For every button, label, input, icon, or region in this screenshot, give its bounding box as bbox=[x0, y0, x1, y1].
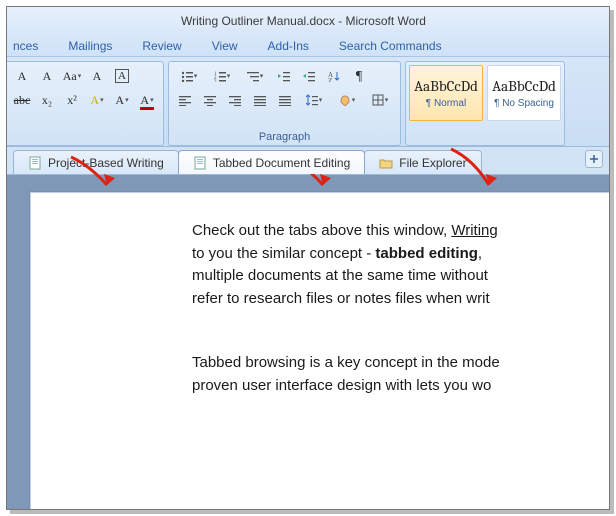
document-page[interactable]: Check out the tabs above this window, Wr… bbox=[29, 191, 610, 510]
window-title: Writing Outliner Manual.docx - Microsoft… bbox=[181, 14, 426, 28]
superscript-button[interactable]: x² bbox=[61, 89, 83, 111]
distributed-button[interactable] bbox=[274, 89, 296, 111]
align-left-icon bbox=[179, 94, 191, 106]
doc-icon bbox=[193, 156, 207, 170]
folder-icon bbox=[379, 156, 393, 170]
clear-format-icon: A bbox=[93, 69, 102, 84]
bullets-button[interactable]: ▾ bbox=[174, 65, 204, 87]
plus-icon bbox=[589, 154, 599, 164]
add-tab-button[interactable] bbox=[585, 150, 603, 168]
align-right-icon bbox=[229, 94, 241, 106]
show-marks-icon: ¶ bbox=[356, 68, 362, 85]
highlight-icon: A bbox=[115, 93, 124, 108]
doc-tab-label: Tabbed Document Editing bbox=[213, 156, 350, 170]
doc-tab-project-based-writing[interactable]: Project-Based Writing bbox=[13, 150, 179, 174]
ribbon-tab-mailings[interactable]: Mailings bbox=[62, 36, 118, 56]
char-border-button[interactable]: A bbox=[111, 65, 133, 87]
sort-button[interactable]: AZ bbox=[323, 65, 345, 87]
line-spacing-button[interactable]: ▾ bbox=[299, 89, 329, 111]
show-marks-button[interactable]: ¶ bbox=[348, 65, 370, 87]
doc-tab-label: Project-Based Writing bbox=[48, 156, 164, 170]
app-window: Writing Outliner Manual.docx - Microsoft… bbox=[6, 6, 610, 510]
align-left-button[interactable] bbox=[174, 89, 196, 111]
font-color-icon: A bbox=[140, 93, 149, 108]
style--normal[interactable]: AaBbCcDd ¶ Normal bbox=[409, 65, 483, 121]
doc-tab-tabbed-document-editing[interactable]: Tabbed Document Editing bbox=[178, 150, 365, 174]
sort-icon: AZ bbox=[328, 70, 340, 82]
style--no-spacing[interactable]: AaBbCcDd ¶ No Spacing bbox=[487, 65, 561, 121]
styles-group: AaBbCcDd ¶ Normal AaBbCcDd ¶ No Spacing bbox=[405, 61, 565, 146]
increase-indent-icon bbox=[303, 70, 315, 82]
change-case-icon: Aa bbox=[63, 69, 77, 84]
ribbon: AAAa▾AA abcx₂x²A▾A▾A▾ ▾123▾▾AZ¶ ▾▾▾ Para… bbox=[7, 57, 609, 147]
shrink-font-icon: A bbox=[43, 69, 52, 84]
align-center-icon bbox=[204, 94, 216, 106]
doc-icon bbox=[28, 156, 42, 170]
bullets-icon bbox=[181, 70, 193, 82]
ribbon-tab-nces[interactable]: nces bbox=[7, 36, 44, 56]
ribbon-tab-search-commands[interactable]: Search Commands bbox=[333, 36, 448, 56]
multilevel-icon bbox=[247, 70, 259, 82]
distributed-icon bbox=[279, 94, 291, 106]
ribbon-tab-row: nces Mailings Review View Add-Ins Search Comm… bbox=[7, 35, 609, 57]
grow-font-button[interactable]: A bbox=[11, 65, 33, 87]
font-group-label bbox=[11, 130, 158, 143]
text-effects-button[interactable]: A▾ bbox=[86, 89, 108, 111]
paragraph-2: Tabbed browsing is a key concept in the … bbox=[192, 352, 610, 397]
borders-icon bbox=[372, 94, 384, 106]
shrink-font-button[interactable]: A bbox=[36, 65, 58, 87]
borders-button[interactable]: ▾ bbox=[365, 89, 395, 111]
style-name: ¶ Normal bbox=[426, 98, 466, 109]
ribbon-tab-view[interactable]: View bbox=[206, 36, 244, 56]
text-effects-icon: A bbox=[90, 93, 99, 108]
doc-tab-file-explorer[interactable]: File Explorer bbox=[364, 150, 481, 174]
numbering-icon: 123 bbox=[214, 70, 226, 82]
paragraph-group-label: Paragraph bbox=[174, 130, 395, 143]
multilevel-button[interactable]: ▾ bbox=[240, 65, 270, 87]
subscript-icon: x₂ bbox=[42, 93, 52, 108]
shading-icon bbox=[339, 94, 351, 106]
clear-format-button[interactable]: A bbox=[86, 65, 108, 87]
style-sample: AaBbCcDd bbox=[492, 77, 556, 95]
strikethrough-button[interactable]: abc bbox=[11, 89, 33, 111]
superscript-icon: x² bbox=[67, 93, 77, 108]
svg-text:Z: Z bbox=[328, 77, 332, 82]
title-bar: Writing Outliner Manual.docx - Microsoft… bbox=[7, 7, 609, 35]
font-group: AAAa▾AA abcx₂x²A▾A▾A▾ bbox=[6, 61, 164, 146]
justify-button[interactable] bbox=[249, 89, 271, 111]
style-sample: AaBbCcDd bbox=[414, 77, 478, 95]
paragraph-group: ▾123▾▾AZ¶ ▾▾▾ Paragraph bbox=[168, 61, 401, 146]
doc-tab-label: File Explorer bbox=[399, 156, 466, 170]
ribbon-tab-review[interactable]: Review bbox=[136, 36, 187, 56]
font-color-button[interactable]: A▾ bbox=[136, 89, 158, 111]
ribbon-tab-add-ins[interactable]: Add-Ins bbox=[262, 36, 315, 56]
decrease-indent-icon bbox=[278, 70, 290, 82]
grow-font-icon: A bbox=[18, 69, 27, 84]
numbering-button[interactable]: 123▾ bbox=[207, 65, 237, 87]
paragraph-1: Check out the tabs above this window, Wr… bbox=[192, 220, 610, 310]
increase-indent-button[interactable] bbox=[298, 65, 320, 87]
char-border-icon: A bbox=[115, 69, 129, 83]
style-name: ¶ No Spacing bbox=[494, 98, 554, 109]
svg-text:3: 3 bbox=[214, 80, 217, 82]
shading-button[interactable]: ▾ bbox=[332, 89, 362, 111]
subscript-button[interactable]: x₂ bbox=[36, 89, 58, 111]
line-spacing-icon bbox=[306, 94, 318, 106]
align-right-button[interactable] bbox=[224, 89, 246, 111]
change-case-button[interactable]: Aa▾ bbox=[61, 65, 83, 87]
align-center-button[interactable] bbox=[199, 89, 221, 111]
justify-icon bbox=[254, 94, 266, 106]
strikethrough-icon: abc bbox=[14, 93, 31, 108]
document-area: Check out the tabs above this window, Wr… bbox=[7, 175, 609, 509]
document-tab-strip: Project-Based Writing Tabbed Document Edi… bbox=[7, 147, 609, 175]
highlight-button[interactable]: A▾ bbox=[111, 89, 133, 111]
decrease-indent-button[interactable] bbox=[273, 65, 295, 87]
